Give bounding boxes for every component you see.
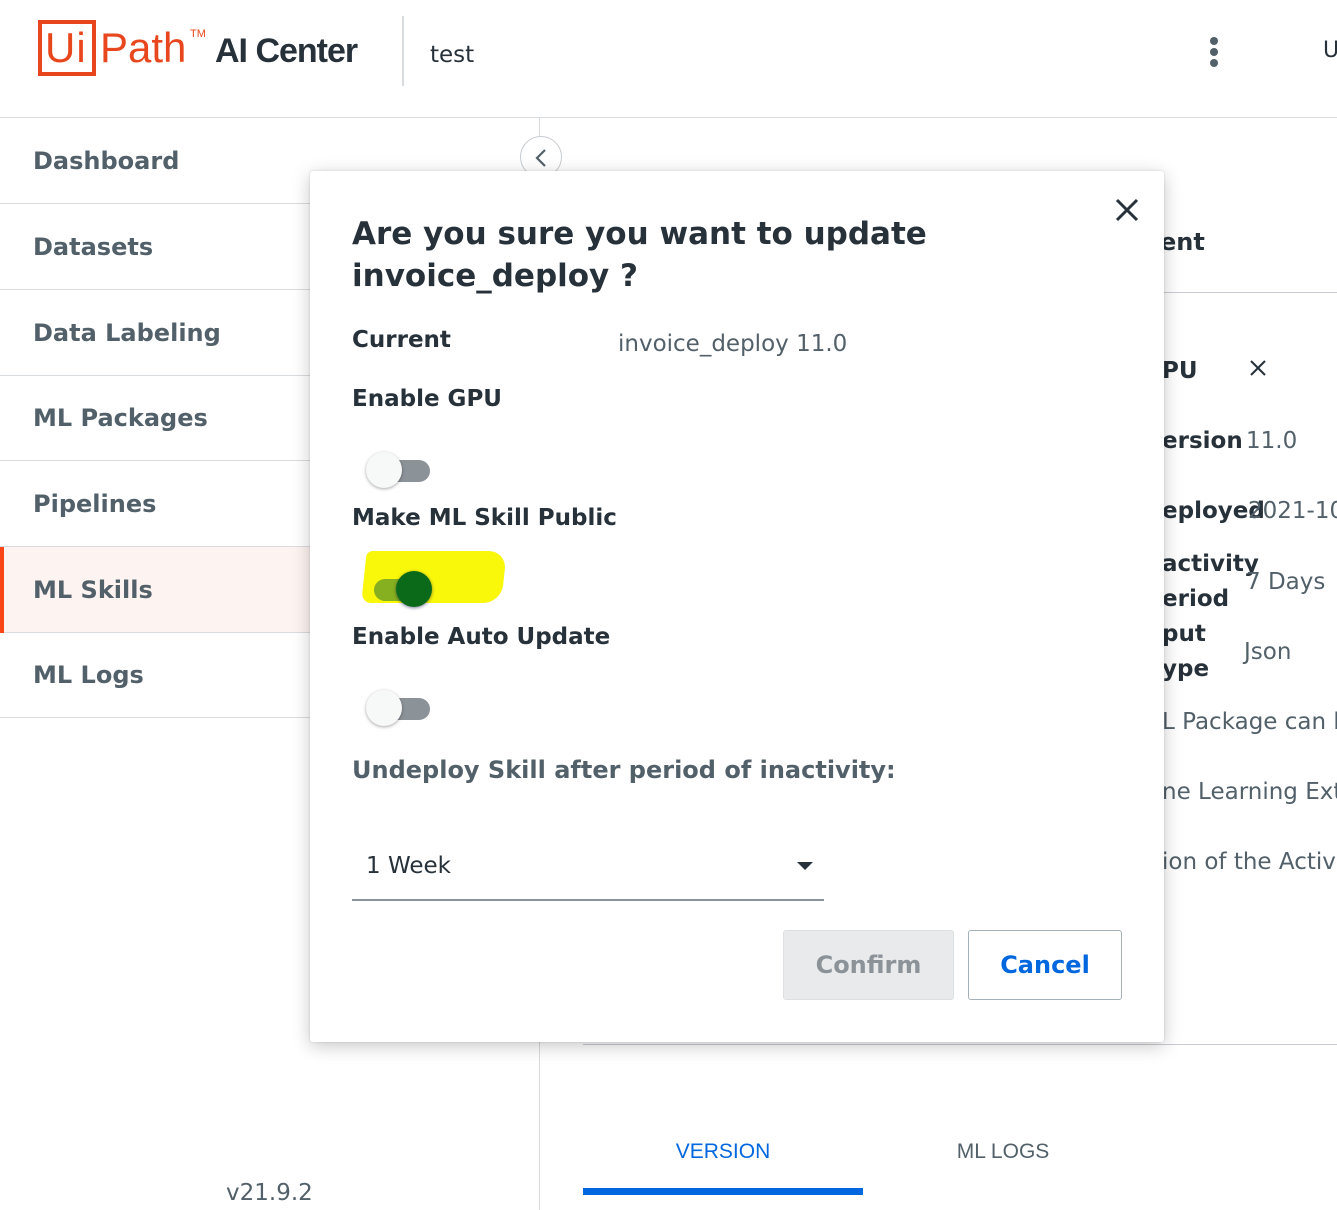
update-skill-dialog: Are you sure you want to update invoice_…	[310, 171, 1164, 1042]
kebab-dot	[1210, 37, 1218, 45]
bg-gpu-label: PU	[1162, 358, 1198, 384]
bg-inactivity-value: 7 Days	[1246, 569, 1326, 595]
tab-version[interactable]: VERSION	[583, 1140, 863, 1164]
user-avatar[interactable]: U	[1323, 38, 1337, 63]
toggle-knob	[366, 452, 402, 488]
toggle-knob	[396, 571, 432, 607]
bg-version-value: 11.0	[1246, 428, 1298, 454]
kebab-dot	[1210, 59, 1218, 67]
app-header: Ui Path TM AI Center test U	[0, 0, 1337, 118]
close-icon[interactable]	[1112, 195, 1142, 225]
toggle-knob	[366, 690, 402, 726]
make-public-toggle[interactable]	[366, 571, 432, 607]
enable-auto-update-label: Enable Auto Update	[352, 624, 611, 650]
bg-section-heading: ent	[1160, 228, 1205, 256]
header-divider	[402, 16, 404, 86]
bg-type-label: ype	[1162, 656, 1210, 682]
logo-path-text: Path	[100, 24, 187, 71]
sidebar-item-label: Pipelines	[33, 490, 157, 518]
product-name: AI Center	[215, 32, 358, 70]
dialog-title: Are you sure you want to update invoice_…	[352, 216, 927, 294]
bg-period-label: eriod	[1162, 586, 1230, 612]
logo-ui-text: Ui	[45, 24, 87, 71]
bg-input-label: put	[1162, 621, 1206, 647]
enable-gpu-toggle[interactable]	[366, 452, 432, 488]
logo-box: Ui	[38, 20, 96, 76]
tab-ml-logs[interactable]: ML LOGS	[863, 1140, 1143, 1164]
current-value: invoice_deploy 11.0	[618, 331, 848, 357]
confirm-button[interactable]: Confirm	[783, 930, 954, 1000]
inactivity-period-select[interactable]: 1 Week	[352, 833, 824, 901]
bg-version-label: ersion	[1162, 428, 1243, 454]
sidebar-item-label: Data Labeling	[33, 319, 221, 347]
sidebar-item-label: ML Packages	[33, 404, 208, 432]
bg-description-line: L Package can b	[1162, 709, 1337, 735]
bg-inactivity-label: activity	[1162, 551, 1259, 577]
bg-panel-border	[583, 1044, 1337, 1045]
active-tab-indicator	[583, 1188, 863, 1195]
bg-description-line: ne Learning Extr	[1162, 779, 1337, 805]
logo-tm-text: TM	[190, 28, 206, 40]
chevron-left-icon	[535, 149, 546, 167]
enable-auto-update-toggle[interactable]	[366, 690, 432, 726]
sidebar-item-label: Dashboard	[33, 147, 180, 175]
inactivity-label: Undeploy Skill after period of inactivit…	[352, 756, 896, 784]
sidebar-item-label: ML Logs	[33, 661, 144, 689]
tenant-name[interactable]: test	[430, 40, 474, 70]
bg-deployed-value: 2021-10	[1248, 498, 1337, 524]
current-label: Current	[352, 327, 451, 353]
bg-description-line: ion of the Activit	[1162, 849, 1337, 875]
sidebar-item-label: Datasets	[33, 233, 154, 261]
make-public-label: Make ML Skill Public	[352, 505, 617, 531]
kebab-menu-icon[interactable]	[1200, 32, 1228, 72]
kebab-dot	[1210, 48, 1218, 56]
dropdown-arrow-icon	[797, 862, 813, 870]
bg-divider	[1164, 292, 1337, 293]
close-icon	[1250, 360, 1266, 376]
cancel-button[interactable]: Cancel	[968, 930, 1122, 1000]
app-version: v21.9.2	[226, 1180, 313, 1206]
bg-input-value: Json	[1244, 639, 1292, 665]
sidebar-item-label: ML Skills	[33, 576, 153, 604]
select-value: 1 Week	[366, 853, 451, 879]
enable-gpu-label: Enable GPU	[352, 386, 502, 412]
